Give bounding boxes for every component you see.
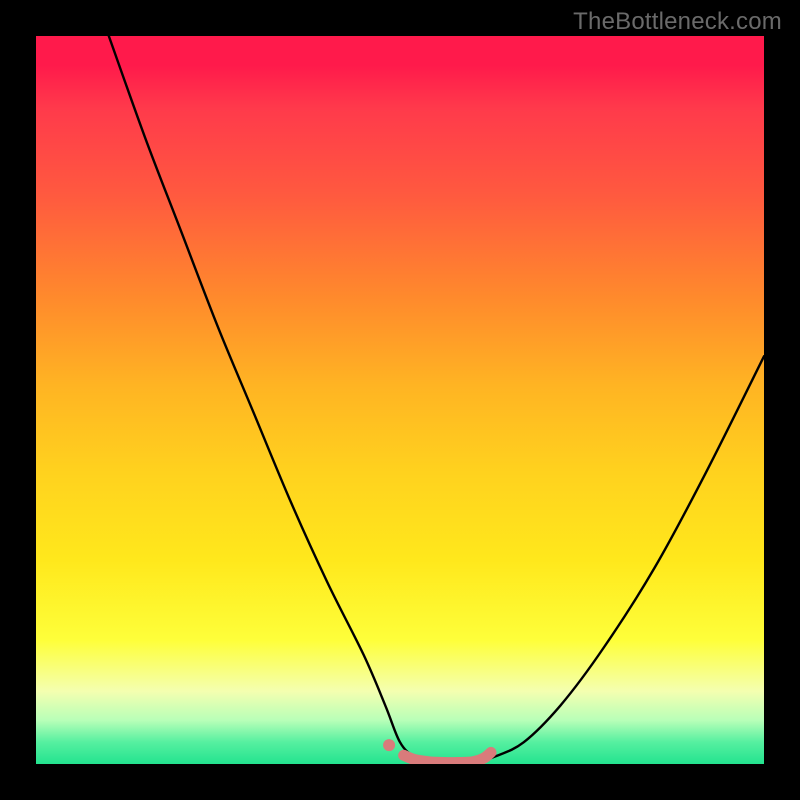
chart-plot-area xyxy=(36,36,764,764)
flat-bottom-marker-stroke xyxy=(404,752,491,762)
watermark-text: TheBottleneck.com xyxy=(573,8,782,36)
flat-bottom-marker-dot xyxy=(383,739,395,751)
chart-svg xyxy=(36,36,764,764)
bottleneck-curve xyxy=(109,36,764,764)
chart-frame: TheBottleneck.com xyxy=(0,0,800,800)
